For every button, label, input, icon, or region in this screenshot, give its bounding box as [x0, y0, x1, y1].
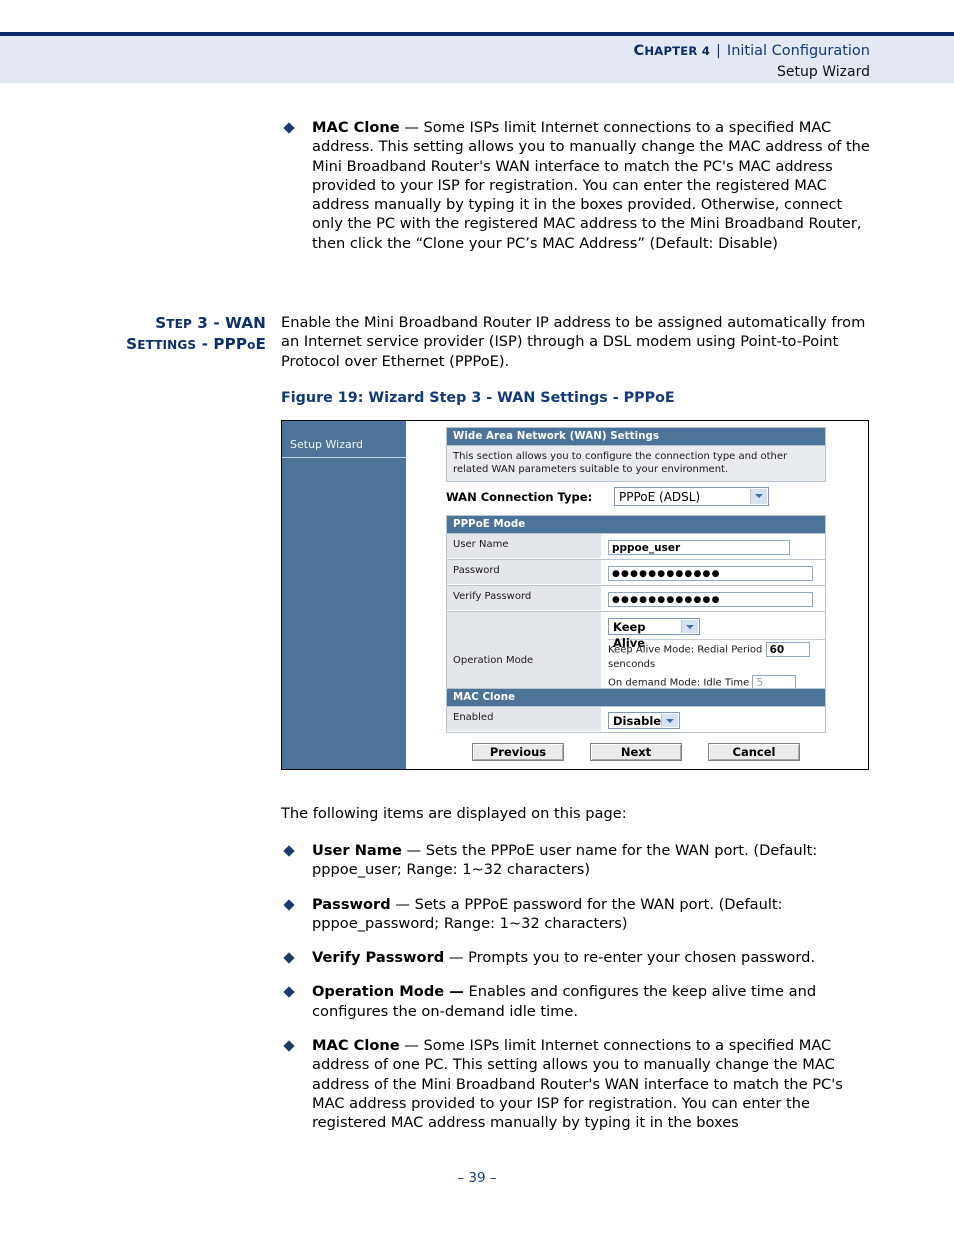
step-heading-line-1: STEP 3 - WAN [155, 314, 266, 332]
user-name-label: User Name [447, 534, 602, 559]
bullet-text: MAC Clone — Some ISPs limit Internet con… [312, 1036, 871, 1132]
bullet-text: MAC Clone — Some ISPs limit Internet con… [312, 118, 871, 253]
bullet-diamond-icon [283, 986, 295, 999]
bullet-text: Operation Mode — Enables and configures … [312, 982, 871, 1021]
bullet-diamond-icon [283, 122, 295, 134]
bullet-body: Some ISPs limit Internet connections to … [312, 119, 870, 252]
bullet-text: Password — Sets a PPPoE password for the… [312, 895, 871, 934]
chevron-down-icon [681, 620, 698, 633]
running-header: CHAPTER 4 | Initial Configuration Setup Wi… [634, 42, 870, 82]
mac-clone-enabled-label: Enabled [447, 707, 602, 732]
bullet-dash: — [404, 1037, 419, 1055]
bullet-dash: — [406, 842, 422, 859]
bullet-verify-password: Verify Password — Prompts you to re-ente… [281, 948, 871, 967]
bullet-diamond-icon [283, 1040, 295, 1052]
pppoe-mode-title: PPPoE Mode [446, 515, 826, 533]
bullet-diamond-icon [283, 952, 295, 964]
page-number: – 39 – [457, 1170, 497, 1186]
user-name-input[interactable]: pppoe_user [608, 540, 790, 555]
mac-clone-enabled-value: Disable [613, 714, 662, 728]
password-input[interactable]: ●●●●●●●●●●●● [608, 566, 813, 581]
redial-period-input[interactable]: 60 [765, 642, 810, 657]
mac-clone-enabled-value-cell: Disable [602, 707, 825, 732]
bullet-term: Operation Mode — [312, 983, 464, 1001]
bullet-term: MAC Clone [312, 119, 400, 136]
wan-connection-type-row: WAN Connection Type: PPPoE (ADSL) [446, 487, 769, 506]
on-demand-prefix: On demand Mode: Idle Time [608, 677, 750, 688]
operation-mode-select-value: Keep Alive [613, 620, 646, 650]
pppoe-mode-section: PPPoE Mode User Name pppoe_user Password… [446, 515, 826, 710]
wan-connection-type-value: PPPoE (ADSL) [619, 490, 701, 504]
bullet-term: Password [312, 895, 391, 913]
wan-settings-section: Wide Area Network (WAN) Settings This se… [446, 427, 826, 482]
header-chapter-line: CHAPTER 4 | Initial Configuration [634, 42, 870, 61]
wan-settings-description: This section allows you to configure the… [446, 445, 826, 482]
chevron-down-icon [661, 714, 678, 727]
operation-mode-select[interactable]: Keep Alive [608, 618, 700, 650]
step-heading: STEP 3 - WAN SETTINGS - PPPoE [96, 313, 266, 355]
bullet-mac-clone: MAC Clone — Some ISPs limit Internet con… [281, 1036, 871, 1132]
wan-connection-type-label: WAN Connection Type: [446, 489, 593, 504]
field-row-user-name: User Name pppoe_user [446, 533, 826, 560]
bullet-mac-clone-continued: MAC Clone — Some ISPs limit Internet con… [281, 118, 871, 253]
bullet-dash: — [395, 895, 410, 913]
wizard-button-row: Previous Next Cancel [446, 743, 826, 761]
step-heading-line-2: SETTINGS - PPPoE [126, 335, 266, 353]
bullet-term: User Name [312, 842, 402, 859]
bullet-operation-mode: Operation Mode — Enables and configures … [281, 982, 871, 1021]
verify-password-value-cell: ●●●●●●●●●●●● [602, 586, 825, 611]
wan-connection-type-select[interactable]: PPPoE (ADSL) [614, 487, 769, 506]
keep-alive-suffix: senconds [608, 658, 656, 670]
figure-caption: Figure 19: Wizard Step 3 - WAN Settings … [281, 390, 675, 406]
header-section: Initial Configuration [726, 43, 870, 59]
bullet-term: MAC Clone [312, 1037, 400, 1055]
page-footer: – 39 – [0, 1170, 954, 1186]
mac-clone-title: MAC Clone [446, 688, 826, 706]
password-label: Password [447, 560, 602, 585]
wan-settings-title: Wide Area Network (WAN) Settings [446, 427, 826, 445]
cancel-button[interactable]: Cancel [708, 743, 800, 761]
figure-wizard-step3-screenshot: Setup Wizard Wide Area Network (WAN) Set… [281, 420, 869, 770]
header-separator: | [716, 43, 721, 59]
password-value-cell: ●●●●●●●●●●●● [602, 560, 825, 585]
bullet-user-name: User Name — Sets the PPPoE user name for… [281, 841, 871, 880]
bullet-dash: — [404, 119, 419, 136]
bullet-text: Verify Password — Prompts you to re-ente… [312, 948, 871, 967]
next-button[interactable]: Next [590, 743, 682, 761]
sidebar-item-setup-wizard[interactable]: Setup Wizard [282, 438, 406, 458]
user-name-value-cell: pppoe_user [602, 534, 825, 559]
bullet-dash: — [448, 949, 464, 967]
items-intro: The following items are displayed on thi… [281, 805, 627, 822]
field-row-verify-password: Verify Password ●●●●●●●●●●●● [446, 586, 826, 612]
bullet-term: Verify Password [312, 949, 445, 967]
bullet-text: User Name — Sets the PPPoE user name for… [312, 841, 871, 880]
wizard-main-pane: Wide Area Network (WAN) Settings This se… [406, 421, 868, 769]
verify-password-label: Verify Password [447, 586, 602, 611]
header-subsection: Setup Wizard [777, 64, 870, 80]
intro-paragraph: Enable the Mini Broadband Router IP addr… [281, 314, 866, 370]
bullet-body: Prompts you to re-enter your chosen pass… [468, 949, 815, 967]
bullet-diamond-icon [283, 898, 295, 911]
wizard-sidebar: Setup Wizard [282, 421, 406, 769]
verify-password-input[interactable]: ●●●●●●●●●●●● [608, 592, 813, 607]
bullet-password: Password — Sets a PPPoE password for the… [281, 895, 871, 934]
chevron-down-icon [750, 489, 767, 504]
field-row-password: Password ●●●●●●●●●●●● [446, 560, 826, 586]
mac-clone-enabled-select[interactable]: Disable [608, 712, 680, 729]
bullet-diamond-icon [283, 845, 295, 857]
field-row-mac-clone-enabled: Enabled Disable [446, 706, 826, 733]
header-chapter-label: CHAPTER 4 [633, 43, 711, 59]
previous-button[interactable]: Previous [472, 743, 564, 761]
mac-clone-section: MAC Clone Enabled Disable [446, 688, 826, 733]
